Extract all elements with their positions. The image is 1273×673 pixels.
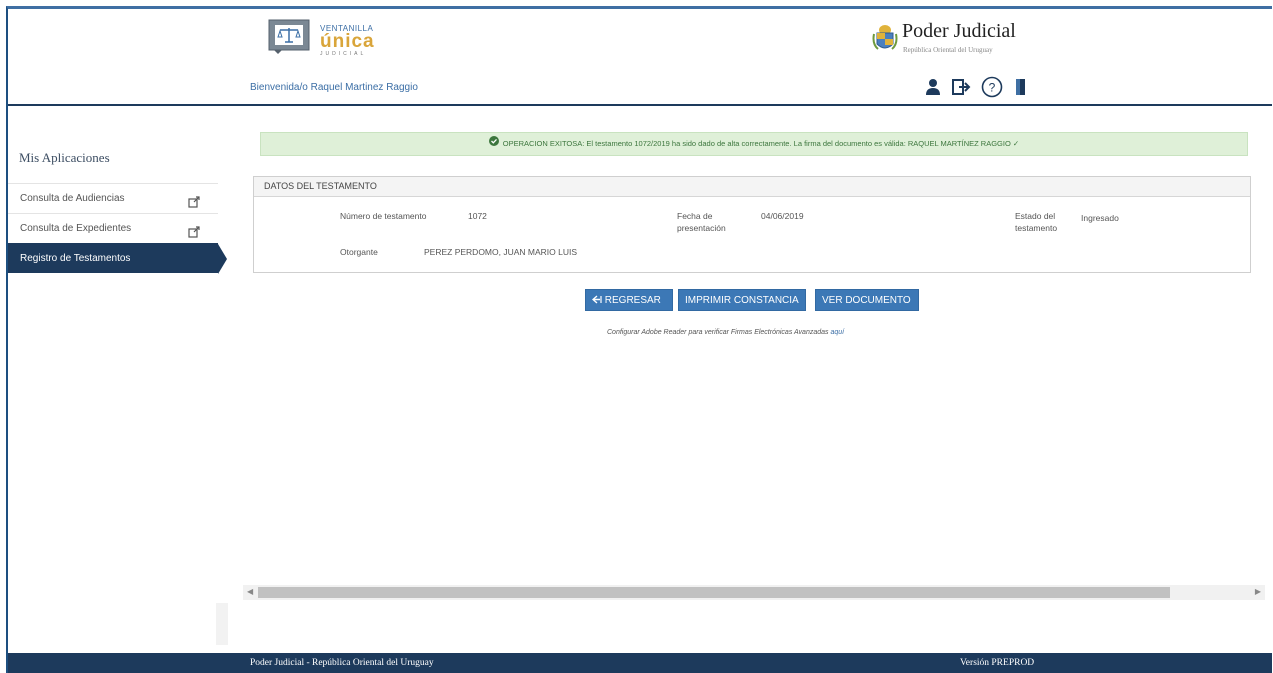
sidebar-item-label: Consulta de Expedientes [20, 223, 132, 234]
brand-title: Poder Judicial [902, 20, 1016, 42]
ventanilla-logo: VENTANILLA única JUDICIAL [320, 24, 375, 57]
testamento-panel: DATOS DEL TESTAMENTO [253, 176, 1251, 273]
estado-value: Ingresado [1081, 213, 1119, 223]
alert-text: OPERACION EXITOSA: El testamento 1072/20… [502, 139, 1020, 148]
scroll-right-icon[interactable]: ▶ [1255, 587, 1261, 596]
sidebar-item-consulta-expedientes[interactable]: Consulta de Expedientes [8, 213, 218, 243]
sidebar-title: Mis Aplicaciones [19, 150, 110, 165]
fecha-label-line2: presentación [677, 223, 726, 233]
footer-version: Versión PREPROD [960, 658, 1035, 668]
ventanilla-logo-icon [268, 19, 314, 55]
panel-title: DATOS DEL TESTAMENTO [254, 177, 1250, 197]
fecha-label-line1: Fecha de [677, 211, 713, 221]
welcome-message: Bienvenida/o Raquel Martinez Raggio [250, 82, 418, 93]
aqui-link[interactable]: aquí [830, 329, 844, 336]
brand-subtitle: República Oriental del Uruguay [903, 46, 993, 54]
back-arrow-icon [591, 295, 605, 306]
footer-left-text: Poder Judicial - República Oriental del … [250, 658, 434, 668]
check-circle-icon [488, 133, 499, 155]
estado-label-line1: Estado del [1015, 211, 1056, 221]
coat-of-arms-icon [872, 24, 898, 54]
user-icon[interactable] [925, 78, 941, 96]
estado-label-line2: testamento [1015, 223, 1058, 233]
logo-line2: única [320, 31, 375, 52]
otorgante-label: Otorgante [340, 247, 378, 257]
help-icon[interactable]: ? [981, 76, 1003, 98]
svg-text:?: ? [989, 81, 996, 95]
horizontal-scrollbar[interactable]: ◀ ▶ [243, 585, 1265, 600]
sidebar-item-label: Registro de Testamentos [20, 253, 131, 264]
fecha-value: 04/06/2019 [761, 211, 804, 221]
exit-door-icon[interactable] [1013, 78, 1027, 96]
footer: Poder Judicial - República Oriental del … [8, 653, 1272, 673]
header [8, 9, 1272, 106]
app-frame [6, 6, 1272, 673]
adobe-note: Configurar Adobe Reader para verificar F… [607, 329, 844, 336]
scrollbar-thumb[interactable] [258, 587, 1170, 598]
regresar-label: REGRESAR [604, 295, 661, 306]
ver-documento-label: VER DOCUMENTO [822, 295, 911, 306]
note-text: Configurar Adobe Reader para verificar F… [607, 329, 829, 336]
sidebar-menu: Consulta de Audiencias Consulta de Exped… [8, 183, 227, 274]
sidebar-item-registro-testamentos[interactable]: Registro de Testamentos [8, 243, 227, 274]
header-icon-bar: ? [925, 76, 1027, 98]
imprimir-label: IMPRIMIR CONSTANCIA [685, 295, 799, 306]
sidebar-item-label: Consulta de Audiencias [20, 193, 125, 204]
imprimir-constancia-button[interactable]: IMPRIMIR CONSTANCIA [678, 289, 806, 311]
numero-label: Número de testamento [340, 211, 427, 221]
otorgante-value: PEREZ PERDOMO, JUAN MARIO LUIS [424, 247, 578, 257]
success-alert: OPERACION EXITOSA: El testamento 1072/20… [260, 132, 1248, 156]
numero-value: 1072 [468, 211, 487, 221]
logout-box-icon[interactable] [951, 78, 971, 96]
ver-documento-button[interactable]: VER DOCUMENTO [815, 289, 919, 311]
regresar-button[interactable]: REGRESAR [585, 289, 673, 311]
sidebar-spacer [216, 603, 228, 645]
scroll-left-icon[interactable]: ◀ [247, 587, 253, 596]
sidebar-item-consulta-audiencias[interactable]: Consulta de Audiencias [8, 183, 218, 213]
